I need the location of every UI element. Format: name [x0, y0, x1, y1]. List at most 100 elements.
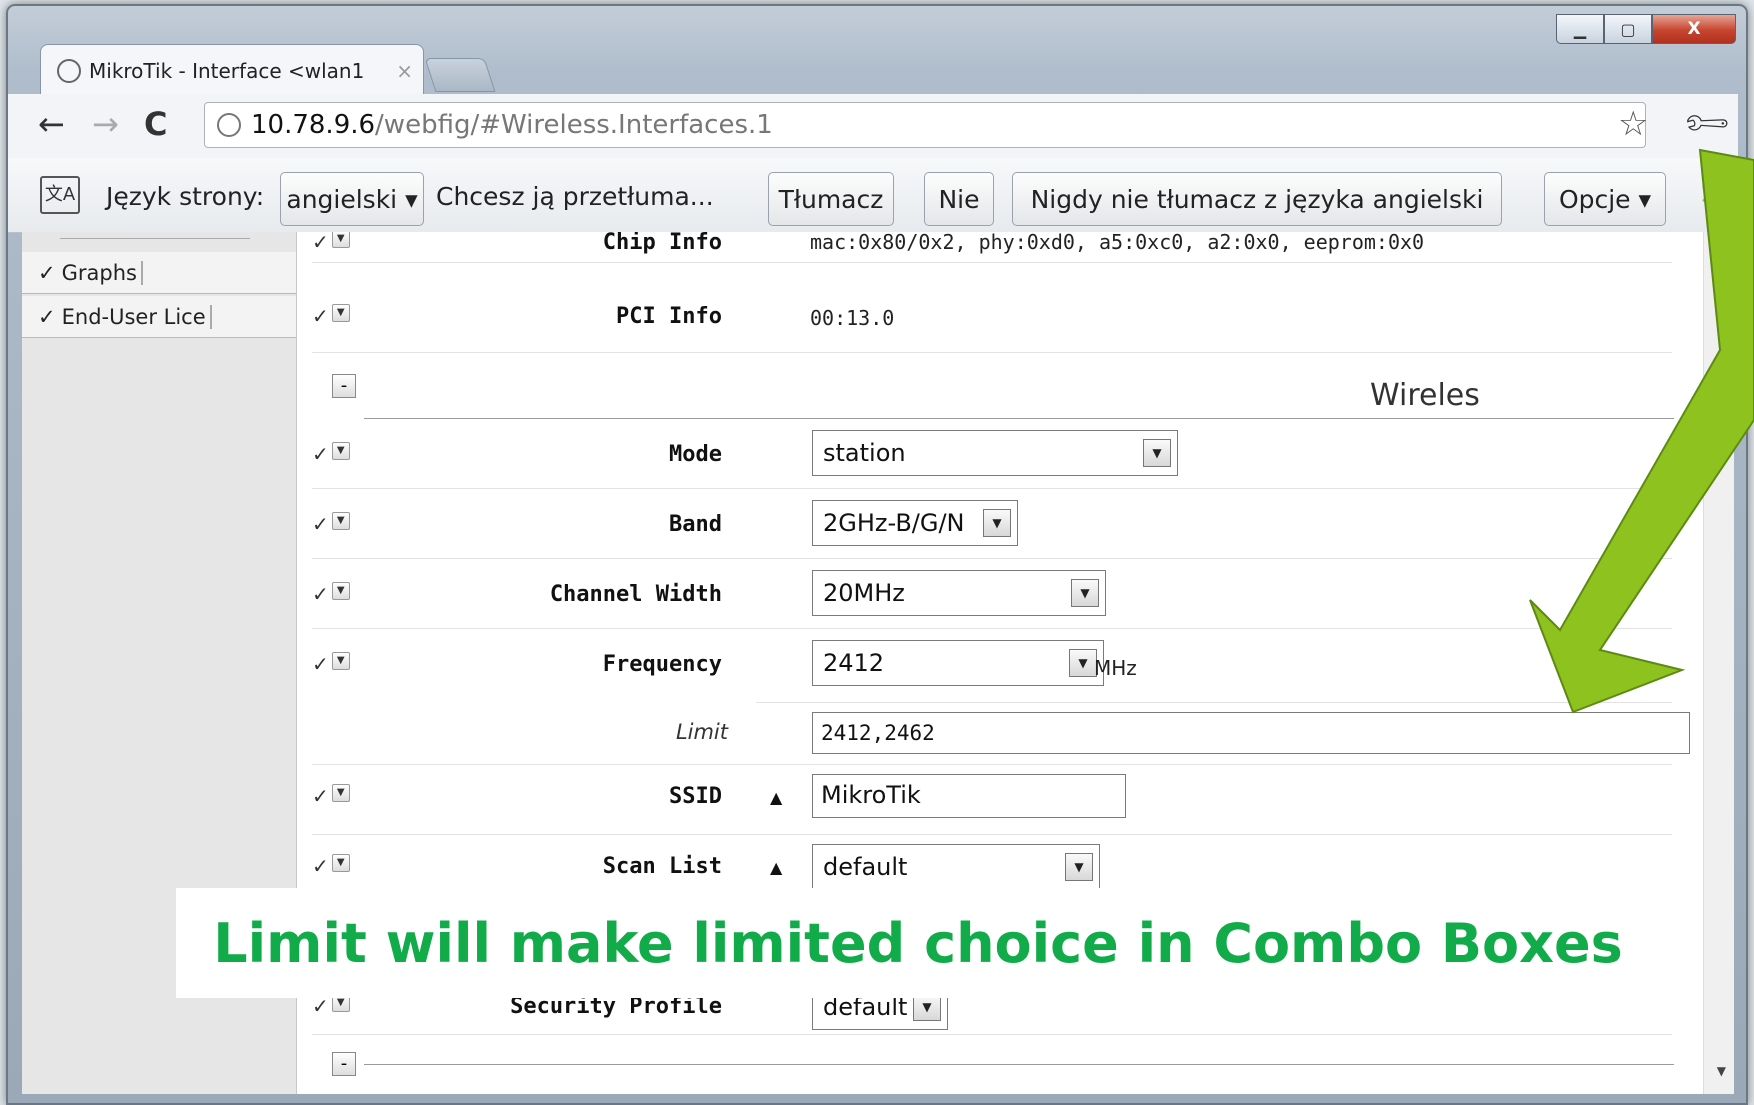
- check-icon[interactable]: ✓: [312, 652, 329, 676]
- frequency-value: 2412: [823, 649, 885, 677]
- limit-textarea[interactable]: 2412,2462: [812, 712, 1690, 754]
- pci-info-label: PCI Info: [616, 304, 722, 329]
- never-translate-button[interactable]: Nigdy nie tłumacz z języka angielski: [1012, 172, 1502, 226]
- browser-tab[interactable]: MikroTik - Interface <wlan1 ×: [40, 44, 424, 96]
- mode-select[interactable]: station ▼: [812, 430, 1178, 476]
- dropdown-icon[interactable]: ▼: [331, 304, 350, 322]
- check-icon[interactable]: ✓: [312, 442, 329, 466]
- scan-list-combobox[interactable]: default ▼: [812, 844, 1100, 890]
- forward-icon[interactable]: →: [92, 104, 119, 144]
- minimize-button[interactable]: ▁: [1556, 14, 1604, 44]
- row-separator: [312, 834, 1672, 835]
- mode-label: Mode: [669, 442, 722, 467]
- chevron-down-icon[interactable]: ▼: [1065, 853, 1093, 881]
- tab-close-icon[interactable]: ×: [396, 59, 413, 83]
- translate-bar: 文A Język strony: angielski ▾ Chcesz ją p…: [8, 158, 1738, 233]
- row-controls[interactable]: ✓ ▼: [312, 232, 350, 254]
- dropdown-icon[interactable]: ▼: [331, 652, 350, 670]
- chevron-down-icon[interactable]: ▼: [1143, 439, 1171, 467]
- chevron-down-icon[interactable]: ▼: [983, 509, 1011, 537]
- chevron-down-icon[interactable]: ▼: [1069, 649, 1097, 677]
- check-icon[interactable]: ✓: [312, 304, 329, 328]
- chip-info-value: mac:0x80/0x2, phy:0xd0, a5:0xc0, a2:0x0,…: [810, 232, 1425, 254]
- row-separator: [312, 558, 1672, 559]
- section-collapse-button[interactable]: -: [332, 374, 356, 398]
- options-button[interactable]: Opcje ▾: [1544, 172, 1666, 226]
- translate-bar-close-icon[interactable]: ×: [1698, 176, 1723, 211]
- sidebar-item-end-user-license[interactable]: ✓ End-User Lice: [22, 296, 296, 338]
- dropdown-icon[interactable]: ▼: [331, 582, 350, 600]
- annotation-caption: Limit will make limited choice in Combo …: [176, 888, 1660, 998]
- collapse-arrow-icon[interactable]: ▲: [770, 788, 782, 807]
- ssid-input[interactable]: MikroTik: [812, 774, 1126, 818]
- back-icon[interactable]: ←: [38, 104, 65, 144]
- sidebar-item-label: Graphs: [62, 260, 143, 285]
- row-separator: [312, 352, 1672, 353]
- pci-info-value: 00:13.0: [810, 306, 895, 330]
- section-collapse-button[interactable]: -: [332, 1052, 356, 1076]
- tab-title: MikroTik - Interface <wlan1: [89, 58, 365, 83]
- row-controls[interactable]: ✓ ▼: [312, 652, 350, 676]
- check-icon[interactable]: ✓: [312, 784, 329, 808]
- check-icon[interactable]: ✓: [312, 512, 329, 536]
- frequency-combobox[interactable]: 2412 ▼: [812, 640, 1104, 686]
- translate-button[interactable]: Tłumacz: [768, 172, 894, 226]
- page-language-label: Język strony:: [106, 182, 265, 211]
- section-divider: [364, 1064, 1674, 1065]
- band-label: Band: [669, 512, 722, 537]
- scan-list-value: default: [823, 853, 908, 881]
- scrollbar[interactable]: ▼: [1703, 232, 1734, 1094]
- mode-value: station: [823, 439, 906, 467]
- check-icon: ✓: [38, 260, 56, 285]
- scan-list-label: Scan List: [602, 854, 722, 879]
- no-button[interactable]: Nie: [924, 172, 994, 226]
- row-controls[interactable]: ✓ ▼: [312, 442, 350, 466]
- close-window-button[interactable]: X: [1652, 14, 1736, 44]
- row-separator: [312, 628, 1672, 629]
- frequency-unit: MHz: [1094, 656, 1137, 680]
- row-separator: [312, 764, 1672, 765]
- address-bar[interactable]: 10.78.9.6/webfig/#Wireless.Interfaces.1: [204, 102, 1646, 148]
- row-controls[interactable]: ✓ ▼: [312, 512, 350, 536]
- row-controls[interactable]: ✓ ▼: [312, 582, 350, 606]
- translate-icon: 文A: [40, 176, 80, 214]
- row-separator: [312, 1034, 1672, 1035]
- dropdown-icon[interactable]: ▼: [331, 784, 350, 802]
- check-icon[interactable]: ✓: [312, 582, 329, 606]
- channel-width-select[interactable]: 20MHz ▼: [812, 570, 1106, 616]
- dropdown-icon[interactable]: ▼: [331, 442, 350, 460]
- scroll-down-icon[interactable]: ▼: [1717, 1064, 1726, 1078]
- language-select[interactable]: angielski ▾: [280, 172, 424, 226]
- sidebar-divider: [60, 232, 250, 239]
- check-icon[interactable]: ✓: [312, 232, 329, 254]
- url-path: /webfig/#Wireless.Interfaces.1: [375, 110, 773, 140]
- chip-info-label: Chip Info: [602, 232, 722, 255]
- dropdown-icon[interactable]: ▼: [331, 854, 350, 872]
- globe-icon: [57, 58, 81, 83]
- maximize-button[interactable]: ▢: [1604, 14, 1652, 44]
- chevron-down-icon[interactable]: ▼: [1071, 579, 1099, 607]
- row-controls[interactable]: ✓ ▼: [312, 854, 350, 878]
- section-title: Wireles: [1370, 378, 1480, 413]
- collapse-arrow-icon[interactable]: ▲: [770, 858, 782, 877]
- translate-question: Chcesz ją przetłuma...: [436, 182, 714, 211]
- band-select[interactable]: 2GHz-B/G/N ▼: [812, 500, 1018, 546]
- sidebar-item-label: End-User Lice: [62, 304, 212, 329]
- channel-width-label: Channel Width: [549, 582, 722, 607]
- section-divider: [364, 418, 1674, 419]
- dropdown-icon[interactable]: ▼: [331, 232, 350, 248]
- row-controls[interactable]: ✓ ▼: [312, 304, 350, 328]
- sidebar-item-graphs[interactable]: ✓ Graphs: [22, 252, 296, 294]
- ssid-label: SSID: [669, 784, 722, 809]
- row-separator: [756, 702, 1672, 703]
- row-separator: [312, 488, 1672, 489]
- row-separator: [312, 262, 1672, 263]
- check-icon[interactable]: ✓: [312, 854, 329, 878]
- reload-icon[interactable]: C: [144, 104, 167, 144]
- bookmark-star-icon[interactable]: ☆: [1618, 104, 1648, 144]
- dropdown-icon[interactable]: ▼: [331, 512, 350, 530]
- new-tab-button[interactable]: [424, 58, 496, 92]
- window-controls: ▁ ▢ X: [1556, 14, 1736, 44]
- row-controls[interactable]: ✓ ▼: [312, 784, 350, 808]
- limit-label: Limit: [675, 720, 728, 744]
